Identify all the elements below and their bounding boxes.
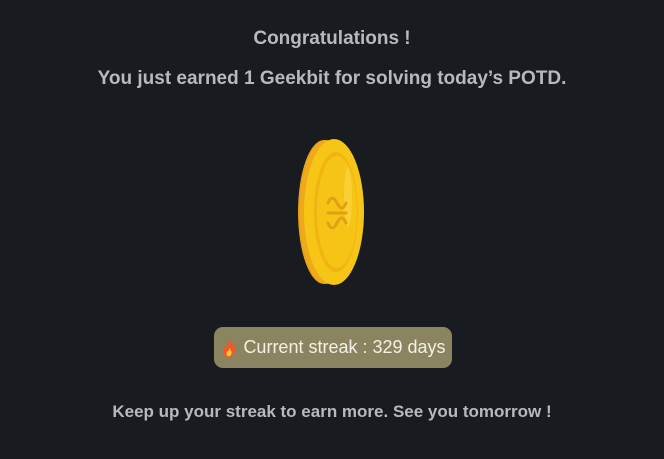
reward-message: You just earned 1 Geekbit for solving to… [97,68,567,89]
fire-icon [220,338,238,358]
current-streak-label: Current streak : 329 days [243,337,446,357]
streak-badge: Current streak : 329 days [214,327,452,368]
streak-encouragement-text: Keep up your streak to earn more. See yo… [112,402,552,421]
potd-reward-panel: Congratulations ! You just earned 1 Geek… [0,0,664,459]
geekbit-coin-icon [294,137,370,287]
congratulations-title: Congratulations ! [253,28,411,49]
